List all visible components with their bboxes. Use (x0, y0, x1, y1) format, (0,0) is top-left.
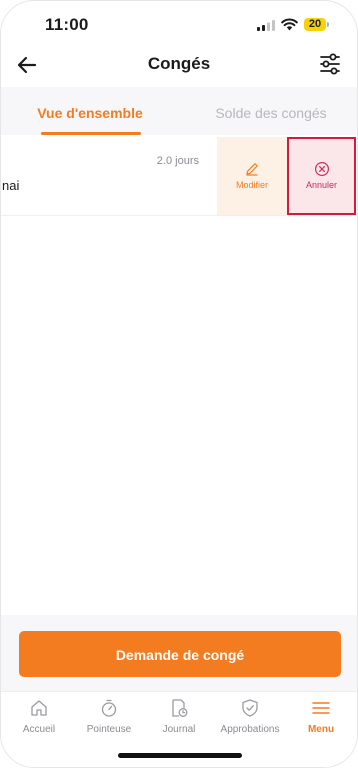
segment-tabs: Vue d'ensemble Solde des congés (1, 87, 357, 135)
tabbar-label-home: Accueil (22, 724, 56, 735)
edit-action-button[interactable]: Modifier (217, 137, 287, 215)
signal-icon (257, 20, 275, 31)
cancel-action-label: Annuler (305, 180, 338, 190)
tabbar-item-timeclock[interactable]: Pointeuse (74, 698, 144, 735)
tabbar-label-journal: Journal (162, 724, 196, 735)
tabbar-label-timeclock: Pointeuse (86, 724, 132, 735)
active-tab-underline (41, 132, 141, 135)
battery-cap (327, 22, 329, 27)
shield-check-icon (242, 699, 258, 717)
calendar-clock-icon (172, 699, 188, 717)
tabbar-item-journal[interactable]: Journal (144, 698, 214, 735)
leave-duration: 2.0 jours (156, 155, 199, 167)
menu-icon (312, 702, 330, 714)
tab-overview[interactable]: Vue d'ensemble (21, 87, 159, 135)
stopwatch-icon (101, 699, 117, 717)
tabbar-item-home[interactable]: Accueil (4, 698, 74, 735)
status-bar: 11:00 20 (1, 1, 357, 47)
app-screen: 11:00 20 Congés Vue d'ensemble Solde des… (0, 0, 358, 768)
leave-date-snippet: nai (2, 178, 20, 193)
tab-leave-balance-label: Solde des congés (215, 105, 327, 121)
tab-leave-balance[interactable]: Solde des congés (201, 87, 341, 135)
tabbar-label-menu: Menu (307, 724, 335, 735)
home-icon (31, 700, 47, 716)
wifi-icon (281, 18, 298, 31)
request-leave-button[interactable]: Demande de congé (19, 631, 341, 677)
battery-indicator: 20 (304, 18, 326, 31)
sliders-icon[interactable] (319, 52, 341, 76)
home-indicator[interactable] (118, 753, 242, 758)
tabbar-item-menu[interactable]: Menu (286, 698, 356, 735)
bottom-action-area: Demande de congé (1, 615, 357, 691)
circle-x-icon (314, 161, 329, 177)
page-title: Congés (147, 54, 211, 73)
pencil-icon (246, 163, 258, 176)
nav-header: Congés (1, 47, 357, 85)
status-time: 11:00 (45, 15, 89, 34)
tab-overview-label: Vue d'ensemble (37, 105, 143, 121)
cancel-action-button[interactable]: Annuler (287, 137, 356, 215)
leave-list-item[interactable]: 2.0 jours nai Modifier Annuler (1, 137, 357, 216)
tabbar-item-approvals[interactable]: Approbations (215, 698, 285, 735)
tabbar-label-approvals: Approbations (220, 724, 280, 735)
edit-action-label: Modifier (235, 180, 268, 190)
